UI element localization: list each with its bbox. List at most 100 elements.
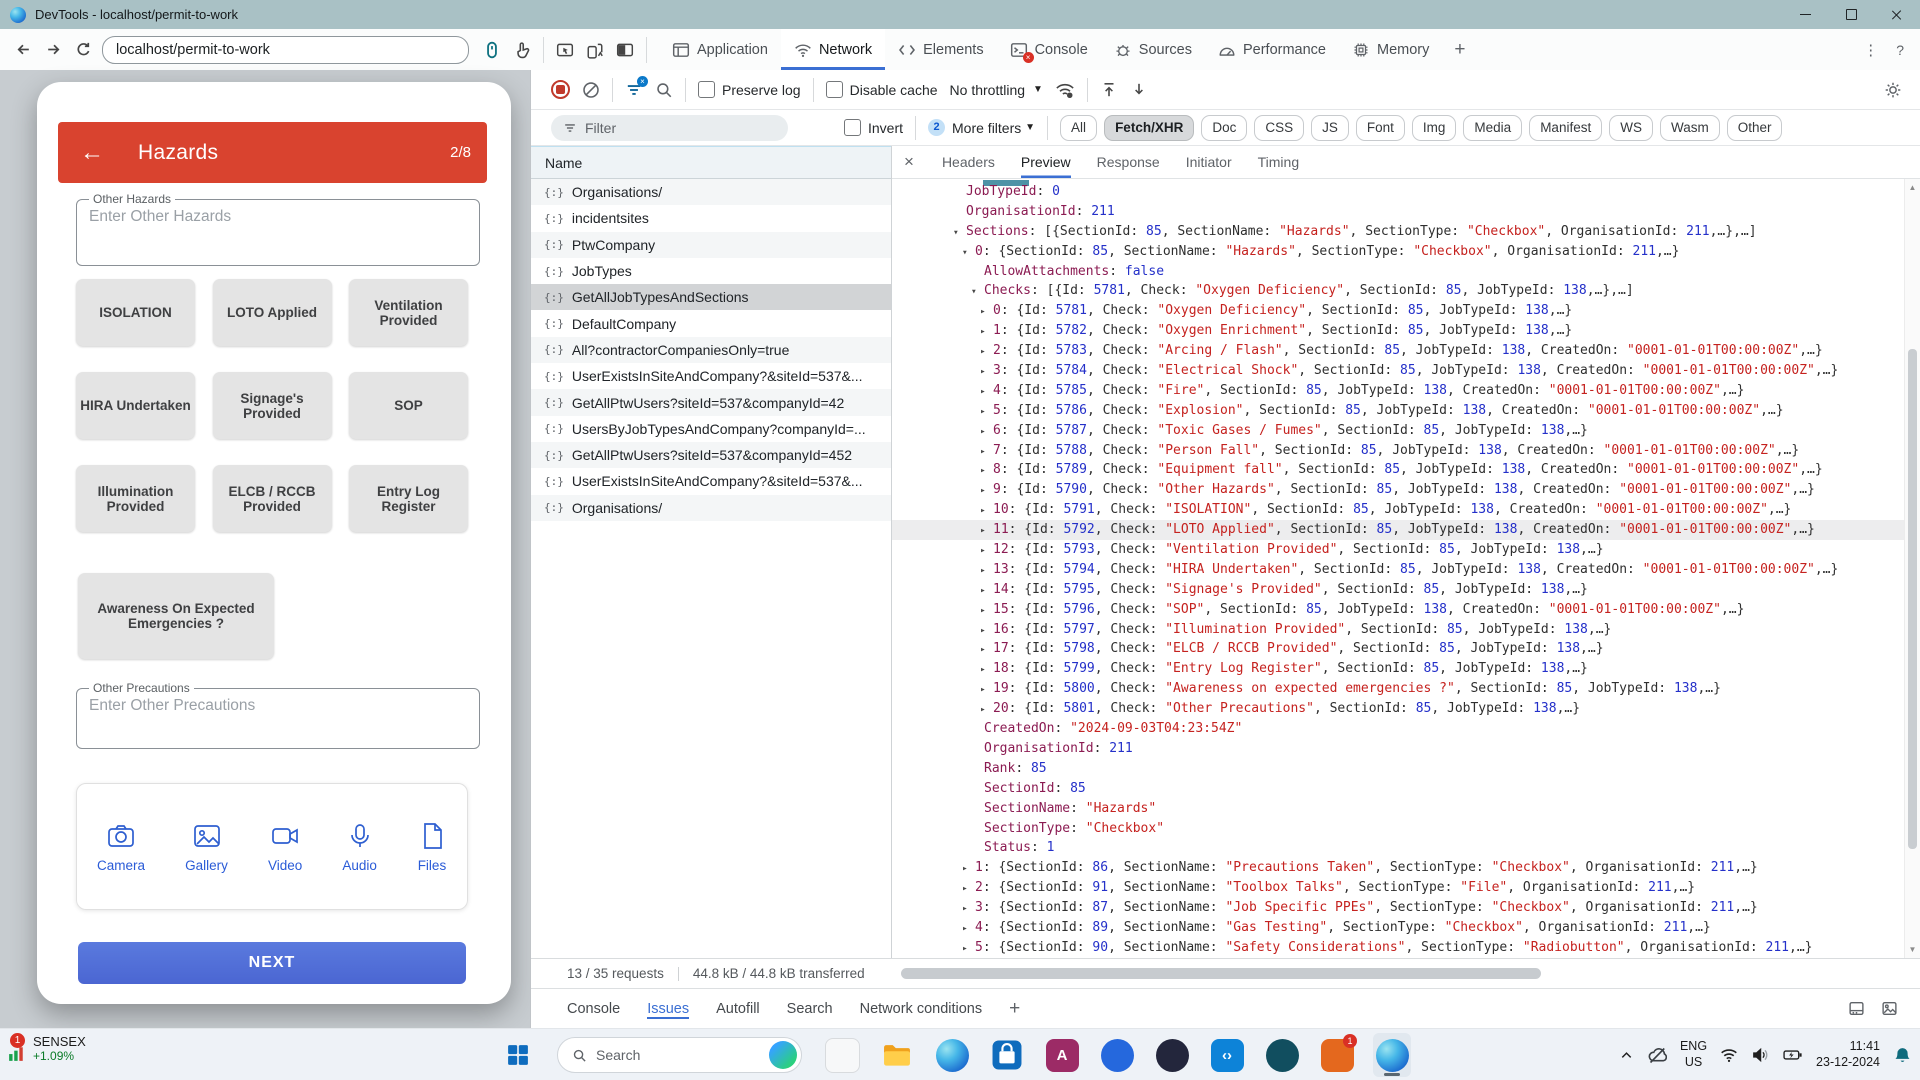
request-list-header[interactable]: Name: [531, 146, 891, 179]
json-line[interactable]: ▸3: {SectionId: 87, SectionName: "Job Sp…: [892, 898, 1905, 918]
json-line[interactable]: ▸12: {Id: 5793, Check: "Ventilation Prov…: [892, 540, 1905, 560]
expanded-arrow-icon[interactable]: ▾: [962, 243, 975, 263]
json-line[interactable]: ▸20: {Id: 5801, Check: "Other Precaution…: [892, 699, 1905, 719]
hazard-button-illumination-provided[interactable]: Illumination Provided: [76, 465, 195, 532]
collapsed-arrow-icon[interactable]: ▸: [980, 621, 993, 641]
hazard-button-awareness[interactable]: Awareness On Expected Emergencies ?: [78, 573, 274, 659]
filter-input[interactable]: Filter: [551, 115, 788, 141]
address-bar[interactable]: localhost/permit-to-work: [102, 36, 469, 64]
filter-pill-media[interactable]: Media: [1463, 115, 1522, 141]
taskbar-taskbar-app-10[interactable]: 1: [1318, 1033, 1356, 1077]
throttling-dropdown[interactable]: No throttling▼: [950, 82, 1043, 98]
detail-tab-response[interactable]: Response: [1097, 146, 1160, 178]
maximize-button[interactable]: [1828, 0, 1874, 29]
taskbar-taskbar-app-5[interactable]: A: [1043, 1033, 1081, 1077]
json-line[interactable]: ▾0: {SectionId: 85, SectionName: "Hazard…: [892, 242, 1905, 262]
taskbar-microsoft-edge[interactable]: [1373, 1033, 1411, 1077]
collapsed-arrow-icon[interactable]: ▸: [980, 402, 993, 422]
collapsed-arrow-icon[interactable]: ▸: [980, 422, 993, 442]
request-row[interactable]: {:}GetAllJobTypesAndSections: [531, 284, 891, 310]
json-line[interactable]: ▸9: {Id: 5790, Check: "Other Hazards", S…: [892, 480, 1905, 500]
request-row[interactable]: {:}UsersByJobTypesAndCompany?companyId=.…: [531, 416, 891, 442]
start-button[interactable]: [500, 1037, 536, 1073]
attachment-audio[interactable]: Audio: [342, 821, 377, 873]
filter-pill-img[interactable]: Img: [1412, 115, 1457, 141]
drawer-tab-console[interactable]: Console: [567, 1001, 620, 1017]
detail-tab-timing[interactable]: Timing: [1258, 146, 1300, 178]
collapsed-arrow-icon[interactable]: ▸: [980, 342, 993, 362]
collapsed-arrow-icon[interactable]: ▸: [980, 362, 993, 382]
collapsed-arrow-icon[interactable]: ▸: [962, 939, 975, 958]
hazard-button-loto-applied[interactable]: LOTO Applied: [213, 279, 332, 346]
request-row[interactable]: {:}UserExistsInSiteAndCompany?&siteId=53…: [531, 468, 891, 494]
taskbar-search[interactable]: Search: [557, 1037, 802, 1073]
tab-memory[interactable]: Memory: [1339, 29, 1442, 70]
add-drawer-tab-button[interactable]: +: [1009, 998, 1020, 1020]
collapsed-arrow-icon[interactable]: ▸: [980, 640, 993, 660]
wifi-icon[interactable]: [1720, 1046, 1738, 1064]
search-icon[interactable]: [655, 81, 673, 99]
inspect-cursor-icon[interactable]: [550, 35, 580, 65]
hazard-button-signage-s-provided[interactable]: Signage's Provided: [213, 372, 332, 439]
collapsed-arrow-icon[interactable]: ▸: [980, 581, 993, 601]
invert-checkbox[interactable]: Invert: [844, 119, 903, 136]
detail-tab-headers[interactable]: Headers: [942, 146, 995, 178]
drawer-tab-issues[interactable]: Issues: [647, 1001, 689, 1017]
filter-pill-font[interactable]: Font: [1356, 115, 1405, 141]
detail-tab-preview[interactable]: Preview: [1021, 146, 1071, 178]
dock-side-icon[interactable]: [610, 35, 640, 65]
request-row[interactable]: {:}DefaultCompany: [531, 310, 891, 336]
tab-performance[interactable]: Performance: [1205, 29, 1339, 70]
request-row[interactable]: {:}JobTypes: [531, 258, 891, 284]
language-indicator[interactable]: ENGUS: [1680, 1039, 1707, 1070]
drawer-tab-autofill[interactable]: Autofill: [716, 1001, 760, 1017]
json-line[interactable]: ▸2: {SectionId: 91, SectionName: "Toolbo…: [892, 878, 1905, 898]
minimize-button[interactable]: [1782, 0, 1828, 29]
close-button[interactable]: [1874, 0, 1920, 29]
add-tab-button[interactable]: +: [1442, 39, 1477, 61]
request-row[interactable]: {:}Organisations/: [531, 179, 891, 205]
hazard-button-sop[interactable]: SOP: [349, 372, 468, 439]
json-line[interactable]: ▸6: {Id: 5787, Check: "Toxic Gases / Fum…: [892, 421, 1905, 441]
hazard-button-isolation[interactable]: ISOLATION: [76, 279, 195, 346]
filter-pill-css[interactable]: CSS: [1254, 115, 1304, 141]
horizontal-scrollbar[interactable]: [901, 968, 1896, 980]
collapsed-arrow-icon[interactable]: ▸: [962, 879, 975, 899]
forward-button[interactable]: [38, 35, 68, 65]
hazard-button-hira-undertaken[interactable]: HIRA Undertaken: [76, 372, 195, 439]
devtools-help-button[interactable]: ?: [1896, 42, 1904, 58]
json-line[interactable]: ▸13: {Id: 5794, Check: "HIRA Undertaken"…: [892, 560, 1905, 580]
import-har-icon[interactable]: [1100, 81, 1118, 99]
back-button[interactable]: [8, 35, 38, 65]
collapsed-arrow-icon[interactable]: ▸: [980, 561, 993, 581]
drawer-image-icon[interactable]: [1881, 1000, 1898, 1017]
request-row[interactable]: {:}All?contractorCompaniesOnly=true: [531, 337, 891, 363]
taskbar-microsoft-store[interactable]: [988, 1033, 1026, 1077]
collapsed-arrow-icon[interactable]: ▸: [980, 442, 993, 462]
touch-mode-icon[interactable]: [507, 35, 537, 65]
request-row[interactable]: {:}GetAllPtwUsers?siteId=537&companyId=4…: [531, 389, 891, 415]
battery-charging-icon[interactable]: [1782, 1046, 1803, 1064]
taskbar-file-explorer[interactable]: [878, 1033, 916, 1077]
collapsed-arrow-icon[interactable]: ▸: [980, 302, 993, 322]
tab-sources[interactable]: Sources: [1101, 29, 1205, 70]
expanded-arrow-icon[interactable]: ▾: [953, 223, 966, 243]
collapsed-arrow-icon[interactable]: ▸: [980, 521, 993, 541]
collapsed-arrow-icon[interactable]: ▸: [962, 919, 975, 939]
hazard-button-entry-log-register[interactable]: Entry Log Register: [349, 465, 468, 532]
json-line[interactable]: ▸19: {Id: 5800, Check: "Awareness on exp…: [892, 679, 1905, 699]
json-line[interactable]: ▸15: {Id: 5796, Check: "SOP", SectionId:…: [892, 600, 1905, 620]
detail-tab-initiator[interactable]: Initiator: [1186, 146, 1232, 178]
drawer-tab-search[interactable]: Search: [787, 1001, 833, 1017]
tab-network[interactable]: Network: [781, 29, 885, 70]
disable-cache-checkbox[interactable]: Disable cache: [826, 81, 938, 98]
collapsed-arrow-icon[interactable]: ▸: [980, 680, 993, 700]
filter-pill-all[interactable]: All: [1060, 115, 1097, 141]
collapsed-arrow-icon[interactable]: ▸: [980, 382, 993, 402]
request-row[interactable]: {:}incidentsites: [531, 205, 891, 231]
filter-pill-fetch-xhr[interactable]: Fetch/XHR: [1104, 115, 1194, 141]
taskbar-taskbar-app-9[interactable]: [1263, 1033, 1301, 1077]
next-button[interactable]: NEXT: [78, 942, 466, 984]
json-line[interactable]: ▸4: {Id: 5785, Check: "Fire", SectionId:…: [892, 381, 1905, 401]
vertical-scrollbar[interactable]: ▲ ▼: [1904, 179, 1920, 958]
